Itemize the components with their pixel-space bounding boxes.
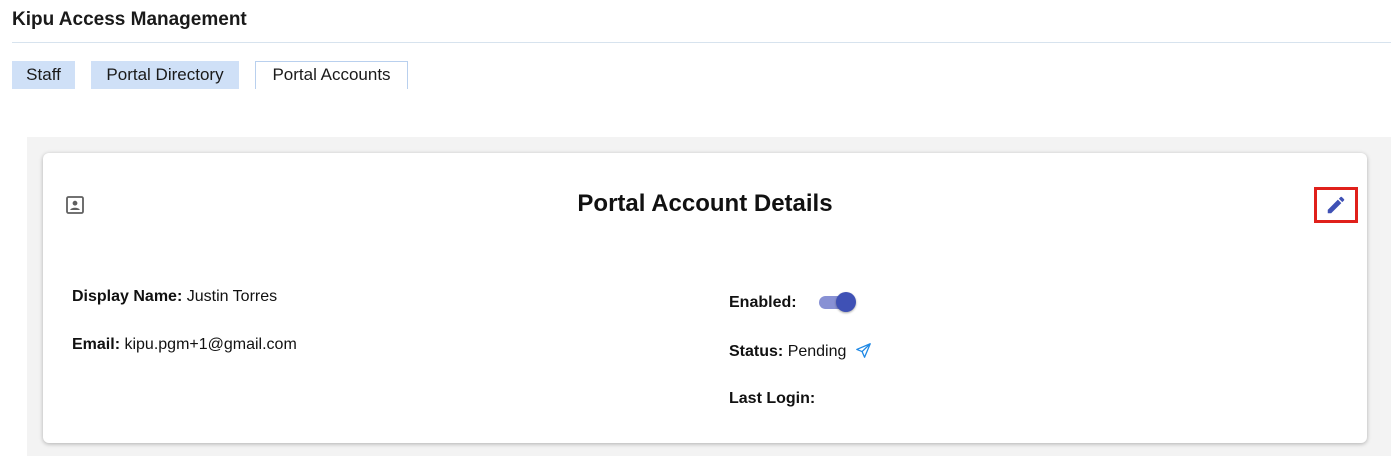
enabled-label: Enabled:: [729, 294, 797, 311]
display-name-label: Display Name:: [72, 288, 183, 305]
status-label: Status:: [729, 343, 784, 360]
card-title: Portal Account Details: [577, 190, 833, 217]
send-icon[interactable]: [855, 342, 872, 359]
app-title: Kipu Access Management: [12, 9, 247, 30]
tab-portal-directory[interactable]: Portal Directory: [91, 61, 239, 89]
last-login-field: Last Login:: [729, 390, 815, 408]
portal-account-details-card: Portal Account Details Display Name: Jus…: [43, 153, 1367, 443]
enabled-toggle[interactable]: [818, 292, 858, 314]
email-label: Email:: [72, 336, 121, 353]
status-field: Status: Pending: [729, 342, 872, 361]
status-value: Pending: [787, 343, 847, 360]
last-login-label: Last Login:: [729, 390, 816, 407]
tab-staff[interactable]: Staff: [12, 61, 75, 89]
content-area: Portal Account Details Display Name: Jus…: [27, 137, 1391, 456]
title-divider: [12, 42, 1391, 43]
pencil-icon: [1327, 196, 1345, 214]
edit-button[interactable]: [1314, 187, 1358, 223]
toggle-thumb: [836, 292, 856, 312]
display-name-value: Justin Torres: [186, 288, 278, 305]
enabled-field: Enabled:: [729, 294, 797, 312]
email-value: kipu.pgm+1@gmail.com: [124, 336, 297, 353]
email-field: Email: kipu.pgm+1@gmail.com: [72, 336, 297, 354]
display-name-field: Display Name: Justin Torres: [72, 288, 277, 306]
tab-portal-accounts[interactable]: Portal Accounts: [255, 61, 408, 89]
